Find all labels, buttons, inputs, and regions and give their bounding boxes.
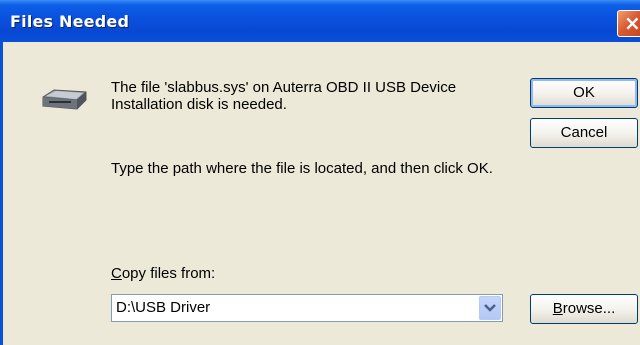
browse-mnemonic: B <box>552 300 563 317</box>
disk-drive-icon <box>40 87 90 117</box>
copy-files-from-combobox[interactable]: D:\USB Driver <box>111 294 503 322</box>
browse-button[interactable]: Browse... <box>530 294 638 324</box>
ok-button[interactable]: OK <box>530 78 638 108</box>
missing-file-message: The file 'slabbus.sys' on Auterra OBD II… <box>111 79 457 113</box>
copy-files-from-value[interactable]: D:\USB Driver <box>116 299 210 316</box>
chevron-down-icon <box>484 304 496 312</box>
window-title: Files Needed <box>10 12 130 31</box>
browse-label: rowse... <box>562 300 616 317</box>
dropdown-button[interactable] <box>479 296 501 320</box>
close-icon: × <box>624 11 640 35</box>
path-instruction: Type the path where the file is located,… <box>111 160 493 177</box>
copy-label-mnemonic: C <box>111 265 122 282</box>
close-button[interactable]: × <box>617 10 640 37</box>
copy-label-text: opy files from: <box>121 265 216 282</box>
cancel-button[interactable]: Cancel <box>530 118 638 148</box>
title-bar[interactable]: Files Needed × <box>0 0 640 42</box>
files-needed-dialog: Files Needed × The file 'slabbus.sys' on… <box>0 0 640 345</box>
copy-files-from-label: Copy files from: <box>111 265 215 282</box>
